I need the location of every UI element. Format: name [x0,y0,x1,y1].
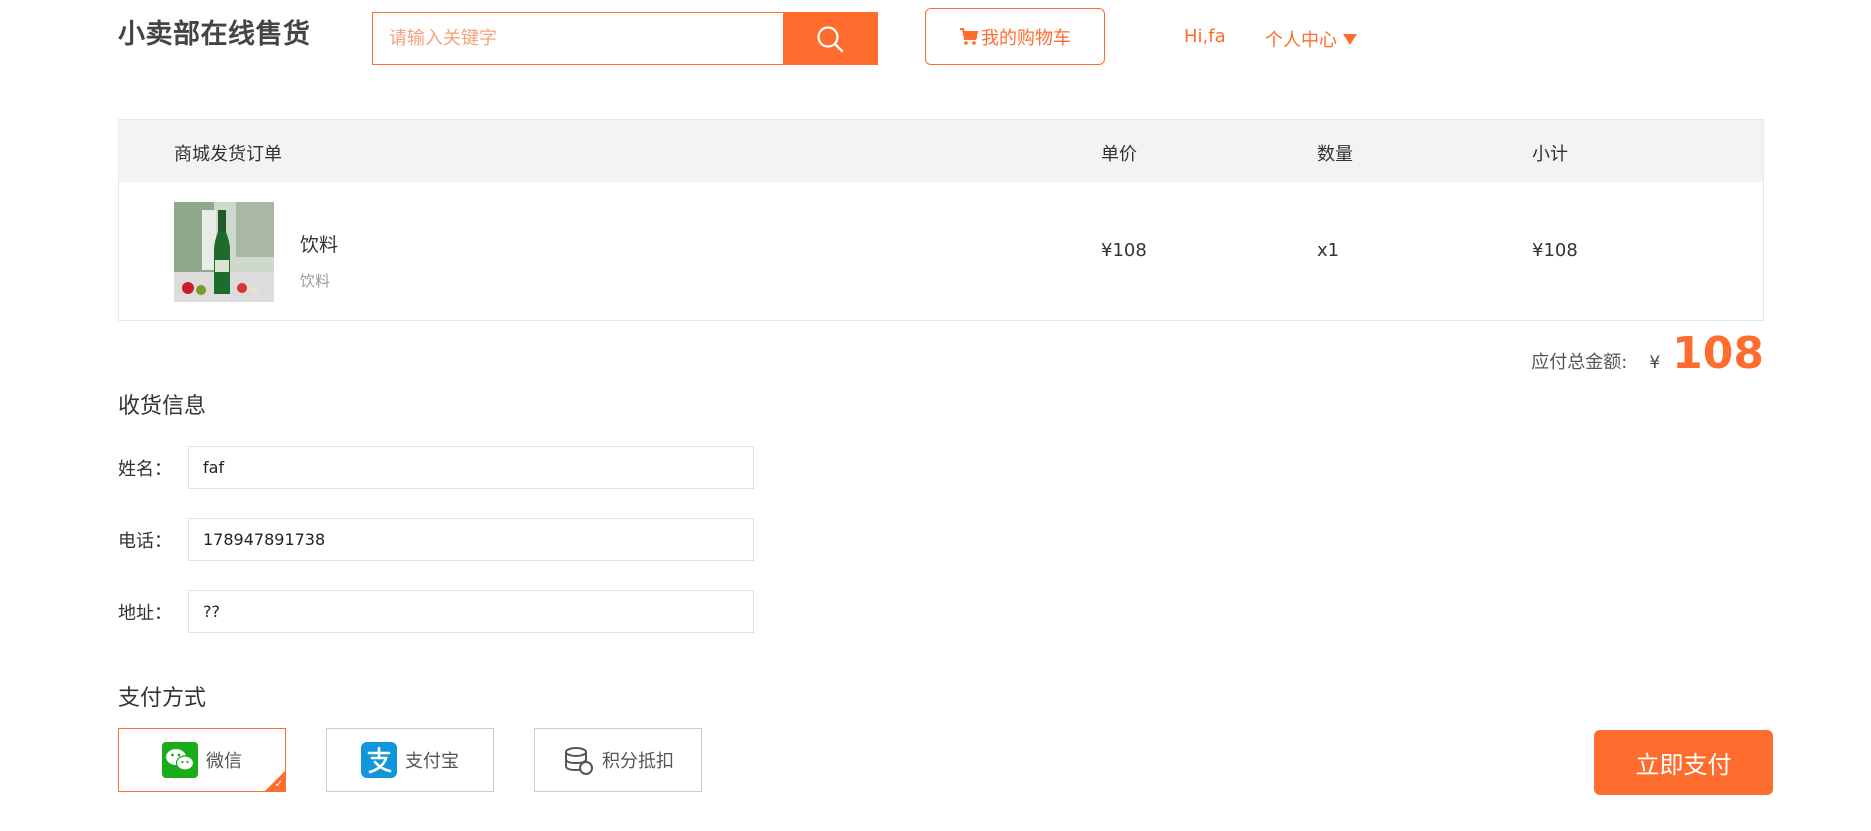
check-icon: ✓ [274,779,283,790]
address-label: 地址： [118,602,172,624]
item-subtotal: ¥108 [1532,240,1578,261]
column-header-price: 单价 [1101,144,1137,165]
phone-label: 电话： [118,530,172,552]
product-spec: 饮料 [300,272,331,290]
pay-option-points[interactable]: 积分抵扣 [534,728,702,792]
coins-icon [565,747,593,775]
order-table: 商城发货订单 单价 数量 小计 饮料 饮料 ¥108 x1 ¥108 [118,119,1764,321]
cart-label: 我的购物车 [981,27,1071,49]
search-icon [817,25,844,52]
name-label: 姓名： [118,458,172,480]
chevron-down-icon [1343,33,1357,45]
search-button[interactable] [783,13,877,64]
search-bar [372,12,878,65]
order-table-header: 商城发货订单 单价 数量 小计 [119,120,1763,182]
alipay-icon [361,742,397,778]
address-field[interactable] [188,590,754,633]
order-item-row: 饮料 饮料 ¥108 x1 ¥108 [119,182,1763,320]
name-field[interactable] [188,446,754,489]
pay-now-button[interactable]: 立即支付 [1594,730,1773,795]
user-center-menu[interactable]: 个人中心 [1265,26,1357,52]
user-center-label: 个人中心 [1265,30,1337,51]
phone-row: 电话： [118,518,754,561]
shipping-section-title: 收货信息 [118,394,207,419]
search-input[interactable] [373,13,783,64]
user-greeting[interactable]: Hi,fa [1184,26,1226,47]
total-label: 应付总金额: [1531,352,1628,373]
wechat-icon [162,742,198,778]
payment-section-title: 支付方式 [118,686,207,711]
order-title: 商城发货订单 [174,144,282,165]
name-row: 姓名： [118,446,754,489]
my-cart-button[interactable]: 我的购物车 [925,8,1105,65]
order-total: 应付总金额: ¥ 108 [1531,328,1764,379]
column-header-subtotal: 小计 [1532,144,1568,165]
pay-option-wechat[interactable]: 微信 ✓ [118,728,286,792]
column-header-qty: 数量 [1317,144,1353,165]
product-name[interactable]: 饮料 [300,230,338,257]
item-quantity: x1 [1317,240,1340,261]
pay-option-alipay[interactable]: 支付宝 [326,728,494,792]
pay-option-label: 微信 [206,751,242,772]
product-thumbnail[interactable] [174,202,274,302]
pay-option-label: 支付宝 [405,751,459,772]
item-price: ¥108 [1101,240,1147,261]
address-row: 地址： [118,590,754,633]
site-logo[interactable]: 小卖部在线售货 [118,12,311,51]
cart-icon [960,27,979,45]
phone-field[interactable] [188,518,754,561]
total-currency: ¥ [1649,353,1661,373]
pay-option-label: 积分抵扣 [602,751,674,772]
total-amount: 108 [1672,328,1764,379]
